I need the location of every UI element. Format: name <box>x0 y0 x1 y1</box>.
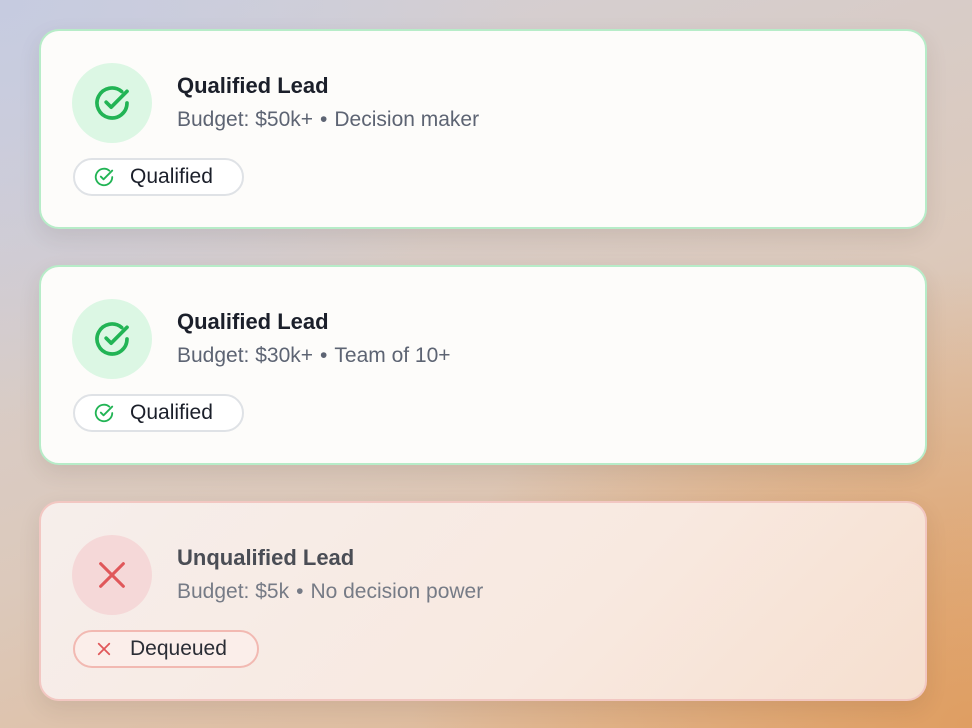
check-circle-icon <box>93 402 115 424</box>
check-circle-icon <box>95 86 129 120</box>
x-icon <box>99 562 125 588</box>
x-icon <box>93 638 115 660</box>
lead-title: Qualified Lead <box>177 309 329 334</box>
status-badge[interactable]: Qualified <box>73 394 244 432</box>
lead-card[interactable]: Unqualified Lead Budget: $5k • No decision… <box>39 501 927 701</box>
status-badge-label: Dequeued <box>130 637 227 660</box>
lead-card[interactable]: Qualified Lead Budget: $50k+ • Decision ma… <box>39 29 927 229</box>
lead-subtitle: Budget: $50k+ • Decision maker <box>177 108 479 132</box>
lead-title: Unqualified Lead <box>177 545 355 570</box>
separator-dot: • <box>320 108 328 131</box>
lead-detail: No decision power <box>310 580 484 603</box>
separator-dot: • <box>320 344 328 367</box>
separator-dot: • <box>296 580 304 603</box>
status-badge-label: Qualified <box>130 165 213 188</box>
lead-status-avatar <box>72 63 152 143</box>
lead-budget: Budget: $50k+ <box>177 108 314 131</box>
lead-subtitle: Budget: $5k • No decision power <box>177 580 483 604</box>
check-circle-icon <box>93 166 115 188</box>
lead-detail: Decision maker <box>334 108 480 131</box>
lead-budget: Budget: $5k <box>177 580 290 603</box>
status-badge-label: Qualified <box>130 401 213 424</box>
lead-card[interactable]: Qualified Lead Budget: $30k+ • Team of 10+… <box>39 265 927 465</box>
lead-status-avatar <box>72 535 152 615</box>
lead-title: Qualified Lead <box>177 73 329 98</box>
status-badge[interactable]: Qualified <box>73 158 244 196</box>
lead-detail: Team of 10+ <box>334 344 451 367</box>
check-circle-icon <box>95 322 129 356</box>
status-badge[interactable]: Dequeued <box>73 630 259 668</box>
lead-subtitle: Budget: $30k+ • Team of 10+ <box>177 344 451 368</box>
lead-budget: Budget: $30k+ <box>177 344 314 367</box>
lead-status-avatar <box>72 299 152 379</box>
